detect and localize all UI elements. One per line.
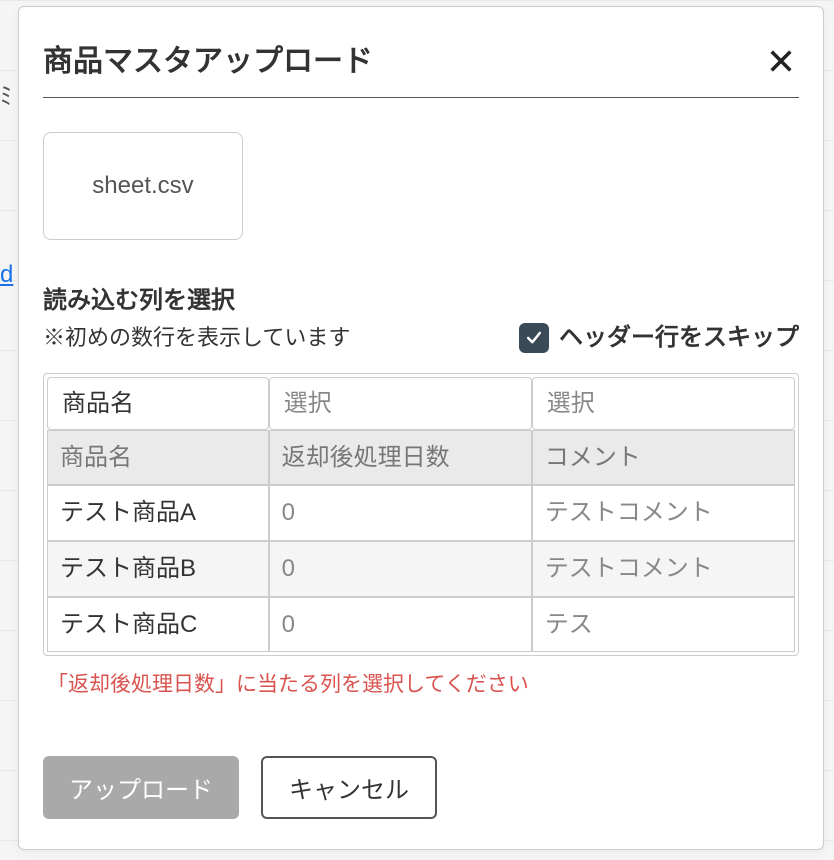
subtitle-row: ※初めの数行を表示しています ヘッダー行をスキップ <box>43 321 799 355</box>
background-link-fragment: d <box>0 258 13 292</box>
cancel-button[interactable]: キャンセル <box>261 756 437 819</box>
cell-comment: テストコメント <box>532 541 795 597</box>
column-select-2[interactable]: 選択 <box>274 382 527 425</box>
background-text-fragment: ﾐ <box>0 80 12 114</box>
file-chip[interactable]: sheet.csv <box>43 132 243 240</box>
skip-header-label: ヘッダー行をスキップ <box>559 321 799 355</box>
cell-days: 0 <box>269 597 532 653</box>
validation-error: 「返却後処理日数」に当たる列を選択してください <box>43 670 799 699</box>
cell-comment: テス <box>532 597 795 653</box>
preview-header-cell: コメント <box>532 430 795 486</box>
preview-header-cell: 商品名 <box>47 430 269 486</box>
modal-header: 商品マスタアップロード <box>43 41 799 98</box>
close-icon <box>767 47 795 75</box>
upload-modal: 商品マスタアップロード sheet.csv 読み込む列を選択 ※初めの数行を表示… <box>18 6 824 850</box>
skip-header-checkbox[interactable]: ヘッダー行をスキップ <box>519 321 799 355</box>
cell-product: テスト商品C <box>47 597 269 653</box>
button-row: アップロード キャンセル <box>43 756 799 819</box>
table-row: テスト商品B 0 テストコメント <box>47 541 795 597</box>
column-select-row: 商品名 選択 選択 <box>47 377 795 430</box>
close-button[interactable] <box>763 43 799 81</box>
modal-title: 商品マスタアップロード <box>43 41 373 83</box>
table-row: テスト商品C 0 テス <box>47 597 795 653</box>
preview-table: 商品名 選択 選択 商品名 返却後処理日数 コメント テスト商品A 0 テストコ… <box>43 373 799 656</box>
preview-header-row: 商品名 返却後処理日数 コメント <box>47 430 795 486</box>
upload-button[interactable]: アップロード <box>43 756 239 819</box>
column-select-1[interactable]: 商品名 <box>52 382 264 425</box>
preview-subtitle: ※初めの数行を表示しています <box>43 323 350 354</box>
preview-header-cell: 返却後処理日数 <box>269 430 532 486</box>
section-title: 読み込む列を選択 <box>43 284 799 318</box>
cell-days: 0 <box>269 485 532 541</box>
checkbox-icon <box>519 323 549 353</box>
cell-product: テスト商品A <box>47 485 269 541</box>
cell-comment: テストコメント <box>532 485 795 541</box>
column-select-3[interactable]: 選択 <box>537 382 790 425</box>
table-row: テスト商品A 0 テストコメント <box>47 485 795 541</box>
cell-product: テスト商品B <box>47 541 269 597</box>
cell-days: 0 <box>269 541 532 597</box>
